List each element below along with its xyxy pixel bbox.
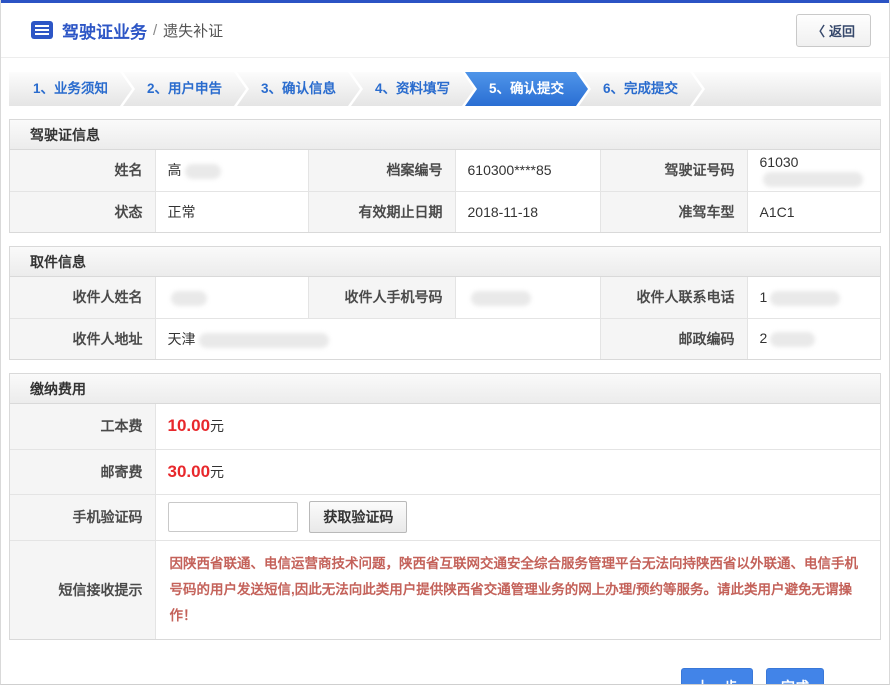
fees-section-title: 缴纳费用: [10, 374, 880, 404]
step-3-confirm-info[interactable]: 3、确认信息: [237, 72, 360, 106]
file-number-value: 610300****85: [455, 150, 600, 191]
step-4-fill-materials[interactable]: 4、资料填写: [351, 72, 474, 106]
fees-table: 工本费 10.00元 邮寄费 30.00元 手机验证码 获取验证码 短信接收提示…: [10, 404, 880, 639]
postage-fee-unit: 元: [210, 464, 224, 480]
redacted-value: [185, 164, 221, 179]
vehicle-class-value: A1C1: [747, 191, 880, 232]
table-row: 工本费 10.00元: [10, 404, 880, 449]
license-info-table: 姓名 高 档案编号 610300****85 驾驶证号码 61030 状态 正常…: [10, 150, 880, 232]
vehicle-class-label: 准驾车型: [600, 191, 747, 232]
postage-fee-amount: 30.00: [168, 462, 211, 481]
footer-actions: 上一步 完成: [1, 668, 824, 685]
step-5-confirm-submit[interactable]: 5、确认提交: [465, 72, 588, 106]
name-label: 姓名: [10, 150, 155, 191]
name-value: 高: [155, 150, 308, 191]
page-header: 驾驶证业务 / 遗失补证 〈返回: [1, 3, 889, 58]
sms-code-input[interactable]: [168, 502, 298, 532]
recipient-name-value: [155, 277, 308, 318]
back-button[interactable]: 〈返回: [796, 14, 871, 47]
redacted-value: [171, 291, 207, 306]
license-info-section: 驾驶证信息 姓名 高 档案编号 610300****85 驾驶证号码 61030…: [9, 119, 881, 233]
chevron-left-icon: 〈: [812, 24, 825, 39]
back-button-label: 返回: [829, 24, 855, 39]
step-6-complete-submit[interactable]: 6、完成提交: [579, 72, 702, 106]
table-row: 收件人地址 天津 邮政编码 2: [10, 318, 880, 359]
table-row: 收件人姓名 收件人手机号码 收件人联系电话 1: [10, 277, 880, 318]
postal-code-value: 2: [747, 318, 880, 359]
redacted-value: [770, 332, 815, 347]
status-label: 状态: [10, 191, 155, 232]
breadcrumb-separator: /: [153, 22, 157, 39]
page: 驾驶证业务 / 遗失补证 〈返回 1、业务须知 2、用户申告 3、确认信息 4、…: [0, 0, 890, 685]
expiry-date-label: 有效期止日期: [308, 191, 455, 232]
status-value: 正常: [155, 191, 308, 232]
file-number-label: 档案编号: [308, 150, 455, 191]
production-fee-amount: 10.00: [168, 416, 211, 435]
postal-code-label: 邮政编码: [600, 318, 747, 359]
recipient-mobile-label: 收件人手机号码: [308, 277, 455, 318]
previous-step-button[interactable]: 上一步: [681, 668, 753, 685]
production-fee-value: 10.00元: [155, 404, 880, 449]
redacted-value: [199, 333, 329, 348]
recipient-phone-label: 收件人联系电话: [600, 277, 747, 318]
finish-button[interactable]: 完成: [766, 668, 824, 685]
table-row: 邮寄费 30.00元: [10, 449, 880, 494]
license-section-title: 驾驶证信息: [10, 120, 880, 150]
recipient-address-value: 天津: [155, 318, 600, 359]
step-1-business-notice[interactable]: 1、业务须知: [9, 72, 132, 106]
step-nav: 1、业务须知 2、用户申告 3、确认信息 4、资料填写 5、确认提交 6、完成提…: [9, 72, 881, 106]
step-2-user-declaration[interactable]: 2、用户申告: [123, 72, 246, 106]
table-row: 短信接收提示 因陕西省联通、电信运营商技术问题，陕西省互联网交通安全综合服务管理…: [10, 540, 880, 639]
recipient-name-label: 收件人姓名: [10, 277, 155, 318]
sms-code-cell: 获取验证码: [155, 494, 880, 540]
sms-code-label: 手机验证码: [10, 494, 155, 540]
production-fee-label: 工本费: [10, 404, 155, 449]
postage-fee-label: 邮寄费: [10, 449, 155, 494]
list-icon: [31, 21, 53, 39]
table-row: 状态 正常 有效期止日期 2018-11-18 准驾车型 A1C1: [10, 191, 880, 232]
get-sms-code-button[interactable]: 获取验证码: [309, 501, 407, 533]
pickup-info-section: 取件信息 收件人姓名 收件人手机号码 收件人联系电话 1 收件人地址 天津 邮政…: [9, 246, 881, 360]
license-number-value: 61030: [747, 150, 880, 191]
production-fee-unit: 元: [210, 418, 224, 434]
redacted-value: [471, 291, 531, 306]
sms-notice-label: 短信接收提示: [10, 540, 155, 639]
fees-section: 缴纳费用 工本费 10.00元 邮寄费 30.00元 手机验证码 获取验证码 短…: [9, 373, 881, 640]
postage-fee-value: 30.00元: [155, 449, 880, 494]
recipient-mobile-value: [455, 277, 600, 318]
table-row: 手机验证码 获取验证码: [10, 494, 880, 540]
sms-notice-text: 因陕西省联通、电信运营商技术问题，陕西省互联网交通安全综合服务管理平台无法向持陕…: [155, 540, 880, 639]
page-title: 驾驶证业务: [62, 18, 147, 43]
pickup-info-table: 收件人姓名 收件人手机号码 收件人联系电话 1 收件人地址 天津 邮政编码 2: [10, 277, 880, 359]
redacted-value: [770, 291, 840, 306]
recipient-phone-value: 1: [747, 277, 880, 318]
table-row: 姓名 高 档案编号 610300****85 驾驶证号码 61030: [10, 150, 880, 191]
step-nav-filler: [693, 72, 881, 106]
recipient-address-label: 收件人地址: [10, 318, 155, 359]
redacted-value: [763, 172, 863, 187]
breadcrumb-current: 遗失补证: [163, 20, 223, 41]
pickup-section-title: 取件信息: [10, 247, 880, 277]
license-number-label: 驾驶证号码: [600, 150, 747, 191]
expiry-date-value: 2018-11-18: [455, 191, 600, 232]
